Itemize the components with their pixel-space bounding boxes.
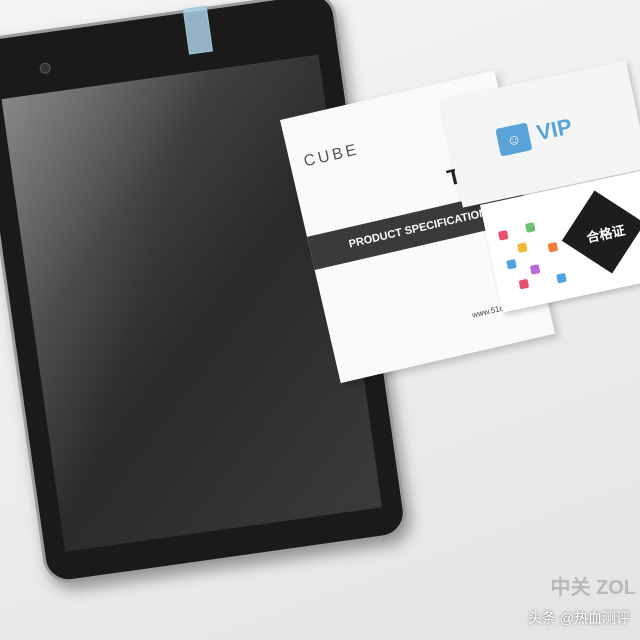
zol-watermark: 中关 ZOL: [550, 577, 636, 599]
decor-shape: [497, 229, 509, 241]
vip-logo-icon: ☺: [495, 122, 533, 157]
decor-shape: [516, 242, 528, 253]
toutiao-watermark: 头条 @热血测评: [527, 610, 630, 626]
photo-scene: CUBE T9 PRODUCT SPECIFICATION www.51cube…: [0, 0, 640, 640]
brand-logo: CUBE: [302, 141, 362, 171]
decor-shape: [529, 264, 541, 275]
decor-shape: [547, 241, 559, 253]
decor-shape: [518, 278, 530, 290]
decor-shape: [506, 258, 517, 270]
front-camera: [38, 62, 52, 75]
decor-shape: [524, 222, 536, 233]
decor-shape: [556, 272, 567, 284]
vip-label: VIP: [534, 113, 575, 146]
screen-protector-tab: [182, 5, 213, 55]
